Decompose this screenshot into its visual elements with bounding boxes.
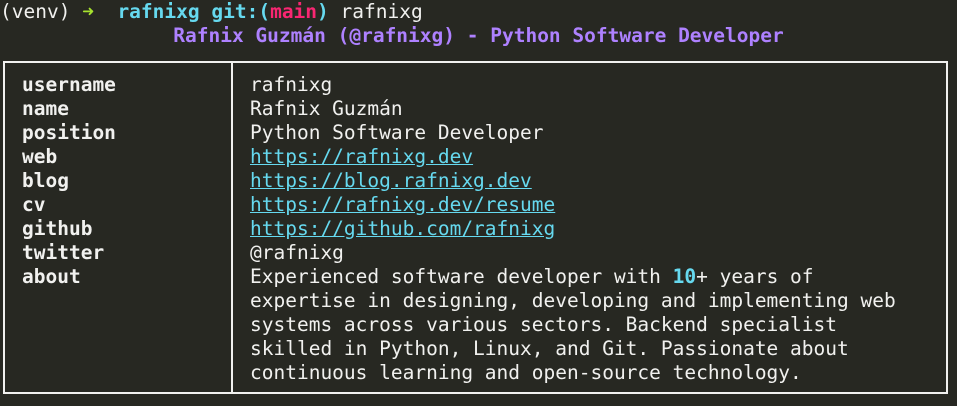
github-link[interactable]: https://github.com/rafnixg (250, 217, 555, 240)
about-text-pre: Experienced software developer with (250, 265, 673, 288)
git-prefix: git:( (211, 0, 271, 23)
value-about: Experienced software developer with 10+ … (250, 265, 896, 385)
value-username: rafnixg (250, 73, 333, 96)
about-line-3: systems across various sectors. Backend … (250, 313, 837, 336)
value-column: rafnixg Rafnix Guzmán Python Software De… (250, 73, 896, 385)
key-about: about (22, 265, 81, 288)
blog-link[interactable]: https://blog.rafnixg.dev (250, 169, 532, 192)
key-cv: cv (22, 193, 46, 216)
about-text-post: + years of (696, 265, 814, 288)
key-twitter: twitter (22, 241, 105, 264)
key-position: position (22, 121, 116, 144)
about-line-4: skilled in Python, Linux, and Git. Passi… (250, 337, 849, 360)
cv-link[interactable]: https://rafnixg.dev/resume (250, 193, 555, 216)
prompt-arrow-icon: ➜ (82, 0, 94, 23)
about-line-5: continuous learning and open-source tech… (250, 361, 802, 384)
value-twitter: @rafnixg (250, 241, 344, 264)
key-github: github (22, 217, 93, 240)
key-web: web (22, 145, 58, 168)
git-suffix: ) (317, 0, 329, 23)
years-number: 10 (672, 265, 697, 288)
table-divider (231, 63, 233, 392)
web-link[interactable]: https://rafnixg.dev (250, 145, 473, 168)
git-branch: main (270, 0, 318, 23)
key-name: name (22, 97, 69, 120)
key-username: username (22, 73, 116, 96)
value-name: Rafnix Guzmán (250, 97, 403, 120)
about-line-2: expertise in designing, developing and i… (250, 289, 896, 312)
value-position: Python Software Developer (250, 121, 544, 144)
current-directory: rafnixg (117, 0, 200, 23)
command-text: rafnixg (340, 0, 423, 23)
about-line-1: Experienced software developer with 10+ … (250, 265, 896, 289)
venv-indicator: (venv) (0, 0, 71, 23)
shell-prompt-line: (venv) ➜ rafnixg git:(main) rafnixg (0, 0, 423, 24)
profile-table: username name position web blog cv githu… (3, 61, 948, 394)
key-blog: blog (22, 169, 69, 192)
key-column: username name position web blog cv githu… (22, 73, 116, 289)
profile-title: Rafnix Guzmán (@rafnixg) - Python Softwa… (173, 24, 784, 47)
